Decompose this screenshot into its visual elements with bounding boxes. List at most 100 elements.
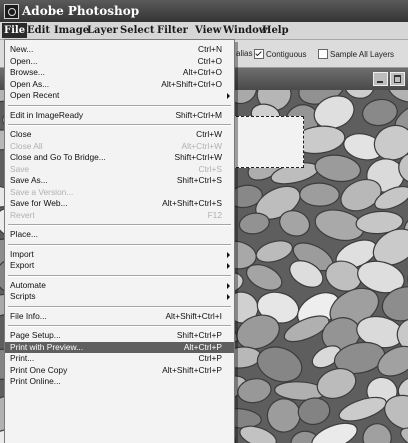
menu-item-shortcut: Ctrl+O [197,55,222,66]
menu-item-open-as[interactable]: Open As... Alt+Shift+Ctrl+O [5,79,234,90]
menu-item-shortcut: Ctrl+W [196,129,222,139]
menu-item-place[interactable]: Place... [5,229,234,240]
menu-item-file-info[interactable]: File Info... Alt+Shift+Ctrl+I [5,311,234,322]
contiguous-option[interactable]: Contiguous [254,49,306,59]
menu-item-open-recent[interactable]: Open Recent [5,90,234,101]
photoshop-window: Adobe Photoshop File Edit Image Layer Se… [0,0,408,443]
menu-item-label: Print One Copy [10,364,68,375]
menu-item-scripts[interactable]: Scripts [5,291,234,302]
menu-item-print-with-preview[interactable]: Print with Preview... Alt+Ctrl+P [5,341,234,353]
menu-item-shortcut: Shift+Ctrl+M [175,109,222,120]
menu-item-new[interactable]: New... Ctrl+N [5,44,234,55]
menu-image[interactable]: Image [54,25,89,36]
submenu-arrow-icon [227,294,230,300]
menu-select[interactable]: Select [120,25,154,36]
sample-all-layers-checkbox[interactable] [318,49,328,59]
contiguous-label: Contiguous [266,49,307,59]
menu-item-label: Scripts [10,291,36,301]
submenu-arrow-icon [227,282,230,289]
menu-item-print-one-copy[interactable]: Print One Copy Alt+Shift+Ctrl+P [5,365,234,376]
menu-item-label: File Info... [10,310,47,321]
menu-item-label: Save [10,163,30,174]
title-bar: Adobe Photoshop [0,0,408,22]
menu-separator [8,104,231,107]
menu-layer[interactable]: Layer [87,25,118,36]
menu-item-label: Open As... [10,78,50,89]
menu-item-label: New... [10,44,34,54]
pebble [299,182,340,207]
window-title: Adobe Photoshop [22,4,140,18]
submenu-arrow-icon [227,251,230,258]
menu-item-save: Save Ctrl+S [5,164,234,175]
submenu-arrow-icon [227,93,230,99]
menu-item-label: Print with Preview... [10,341,84,352]
menu-filter[interactable]: Filter [157,25,188,36]
menu-item-label: Open Recent [10,90,60,100]
menu-bar: File Edit Image Layer Select Filter View… [0,22,408,40]
menu-item-shortcut: Shift+Ctrl+P [176,330,222,340]
menu-item-label: Open... [10,55,38,66]
menu-help[interactable]: Help [262,25,289,36]
menu-item-label: Save for Web... [10,198,68,208]
selection-marquee [226,116,304,168]
menu-item-label: Close [10,129,32,139]
menu-item-label: Browse... [10,67,45,77]
menu-item-label: Edit in ImageReady [10,109,84,120]
menu-item-shortcut: F12 [207,209,222,220]
menu-item-label: Automate [10,279,46,290]
submenu-arrow-icon [227,263,230,269]
menu-item-automate[interactable]: Automate [5,280,234,291]
menu-item-close[interactable]: Close Ctrl+W [5,129,234,140]
menu-item-browse[interactable]: Browse... Alt+Ctrl+O [5,67,234,78]
maximize-icon[interactable] [390,72,405,86]
menu-view[interactable]: View [195,25,221,36]
menu-item-label: Place... [10,229,38,239]
menu-item-shortcut: Ctrl+P [198,353,222,363]
menu-item-close-and-go-to-bridge[interactable]: Close and Go To Bridge... Shift+Ctrl+W [5,152,234,163]
menu-item-shortcut: Alt+Ctrl+W [181,140,223,151]
menu-item-save-as[interactable]: Save As... Shift+Ctrl+S [5,175,234,186]
menu-separator [8,325,231,327]
menu-item-label: Print Online... [10,376,61,386]
menu-item-shortcut: Alt+Shift+Ctrl+P [162,364,222,375]
menu-item-shortcut: Ctrl+N [198,44,222,54]
minimize-icon[interactable] [373,72,388,86]
menu-item-label: Export [10,260,35,270]
menu-item-export[interactable]: Export [5,260,234,271]
menu-item-save-a-version: Save a Version... [5,187,234,198]
menu-separator [8,224,231,226]
menu-file[interactable]: File [2,23,28,38]
menu-item-shortcut: Alt+Ctrl+P [183,341,222,352]
anti-alias-label: alias [236,49,253,58]
menu-item-shortcut: Ctrl+S [198,163,222,174]
menu-item-print[interactable]: Print... Ctrl+P [5,353,234,364]
contiguous-checkbox[interactable] [254,49,264,59]
file-menu-dropdown: New... Ctrl+N Open... Ctrl+O Browse... Alt+Ct… [4,39,235,443]
menu-item-shortcut: Alt+Ctrl+O [182,67,222,77]
menu-item-label: Save a Version... [10,186,74,197]
menu-separator [8,124,231,126]
menu-item-save-for-web[interactable]: Save for Web... Alt+Shift+Ctrl+S [5,198,234,209]
menu-item-shortcut: Alt+Shift+Ctrl+S [162,198,222,208]
menu-item-label: Save As... [10,175,48,185]
menu-item-open[interactable]: Open... Ctrl+O [5,56,234,67]
anti-alias-option[interactable]: alias [236,49,252,58]
menu-item-import[interactable]: Import [5,249,234,260]
menu-item-label: Revert [10,209,35,220]
menu-item-shortcut: Shift+Ctrl+S [176,175,222,185]
menu-item-label: Close and Go To Bridge... [10,152,106,162]
menu-item-shortcut: Shift+Ctrl+W [174,152,222,162]
menu-item-label: Page Setup... [10,330,61,340]
menu-item-shortcut: Alt+Shift+Ctrl+O [161,78,222,89]
menu-item-print-online[interactable]: Print Online... [5,376,234,387]
menu-item-revert: Revert F12 [5,210,234,221]
menu-item-label: Import [10,248,34,259]
menu-window[interactable]: Window [223,25,267,36]
menu-item-label: Print... [10,353,35,363]
sample-all-layers-option[interactable]: Sample All Layers [318,49,394,59]
menu-item-close-all: Close All Alt+Ctrl+W [5,141,234,152]
menu-item-page-setup[interactable]: Page Setup... Shift+Ctrl+P [5,330,234,341]
menu-item-edit-in-imageready[interactable]: Edit in ImageReady Shift+Ctrl+M [5,110,234,121]
menu-item-label: Close All [10,140,43,151]
menu-edit[interactable]: Edit [27,25,50,36]
